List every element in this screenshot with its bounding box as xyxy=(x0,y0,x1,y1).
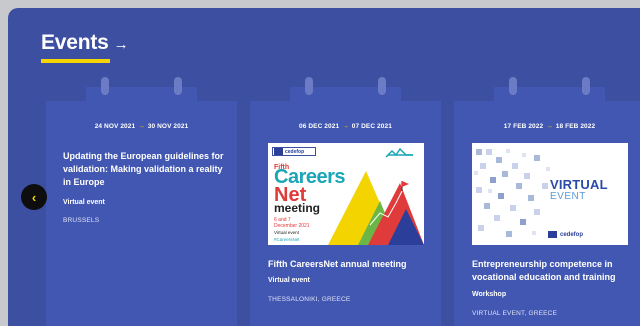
image-line-2: EVENT xyxy=(550,191,586,202)
event-card[interactable]: 06 DEC 2021 → 07 DEC 2021 cedefop Fifth Ca… xyxy=(250,77,441,326)
event-card[interactable]: 24 NOV 2021 → 30 NOV 2021 Updating the Eur… xyxy=(46,77,237,326)
section-title: Events xyxy=(41,31,109,54)
image-dates-2: December 2021 xyxy=(274,223,310,229)
date-end: 30 NOV 2021 xyxy=(147,123,189,130)
carousel-prev-button[interactable]: ‹ xyxy=(21,184,47,210)
logo-text: cedefop xyxy=(560,231,584,238)
arrow-right-icon: → xyxy=(113,35,129,53)
calendar-ring-icon xyxy=(101,77,109,95)
event-title-link[interactable]: Fifth CareersNet annual meeting xyxy=(268,258,433,271)
event-type: Workshop xyxy=(472,291,507,298)
event-image[interactable]: VIRTUAL EVENT cedefop xyxy=(472,143,628,245)
chevron-left-icon: ‹ xyxy=(31,189,37,205)
event-card[interactable]: 17 FEB 2022 → 18 FEB 2022 VIRTUAL EVENT … xyxy=(454,77,640,326)
event-location: THESSALONIKI, GREECE xyxy=(268,296,351,303)
calendar-ring-icon xyxy=(509,77,517,95)
event-dates: 17 FEB 2022 → 18 FEB 2022 xyxy=(454,123,640,130)
title-underline xyxy=(41,59,110,63)
date-start: 24 NOV 2021 xyxy=(94,123,136,130)
calendar-ring-icon xyxy=(305,77,313,95)
event-type: Virtual event xyxy=(268,277,310,284)
event-dates: 24 NOV 2021 → 30 NOV 2021 xyxy=(46,123,237,130)
date-start: 06 DEC 2021 xyxy=(299,123,340,130)
image-mode: Virtual event xyxy=(274,230,299,235)
event-location: BRUSSELS xyxy=(63,217,100,224)
cedefop-logo: cedefop xyxy=(548,231,583,238)
calendar-ring-icon xyxy=(378,77,386,95)
section-header[interactable]: Events → xyxy=(41,31,129,55)
events-panel: Events → 24 NOV 2021 → 30 NOV 2021 Updatin… xyxy=(8,8,640,326)
calendar-ring-icon xyxy=(582,77,590,95)
event-dates: 06 DEC 2021 → 07 DEC 2021 xyxy=(250,123,441,130)
date-start: 17 FEB 2022 xyxy=(503,123,544,130)
date-end: 18 FEB 2022 xyxy=(555,123,596,130)
calendar-ring-icon xyxy=(174,77,182,95)
image-line-1: VIRTUAL xyxy=(550,177,608,192)
event-type: Virtual event xyxy=(63,199,105,206)
date-arrow-icon: → xyxy=(546,123,553,130)
image-hashtag: #CareersNet xyxy=(274,237,300,242)
date-end: 07 DEC 2021 xyxy=(351,123,392,130)
event-title-link[interactable]: Updating the European guidelines for val… xyxy=(63,150,228,189)
event-location: VIRTUAL EVENT, GREECE xyxy=(472,310,558,317)
event-title-link[interactable]: Entrepreneurship competence in vocationa… xyxy=(472,258,640,284)
eu-flag-icon xyxy=(548,231,557,238)
date-arrow-icon: → xyxy=(342,123,349,130)
event-image[interactable]: cedefop Fifth Careers Net meeting 6 and … xyxy=(268,143,424,245)
date-arrow-icon: → xyxy=(138,123,145,130)
image-heading-4: meeting xyxy=(274,201,321,215)
